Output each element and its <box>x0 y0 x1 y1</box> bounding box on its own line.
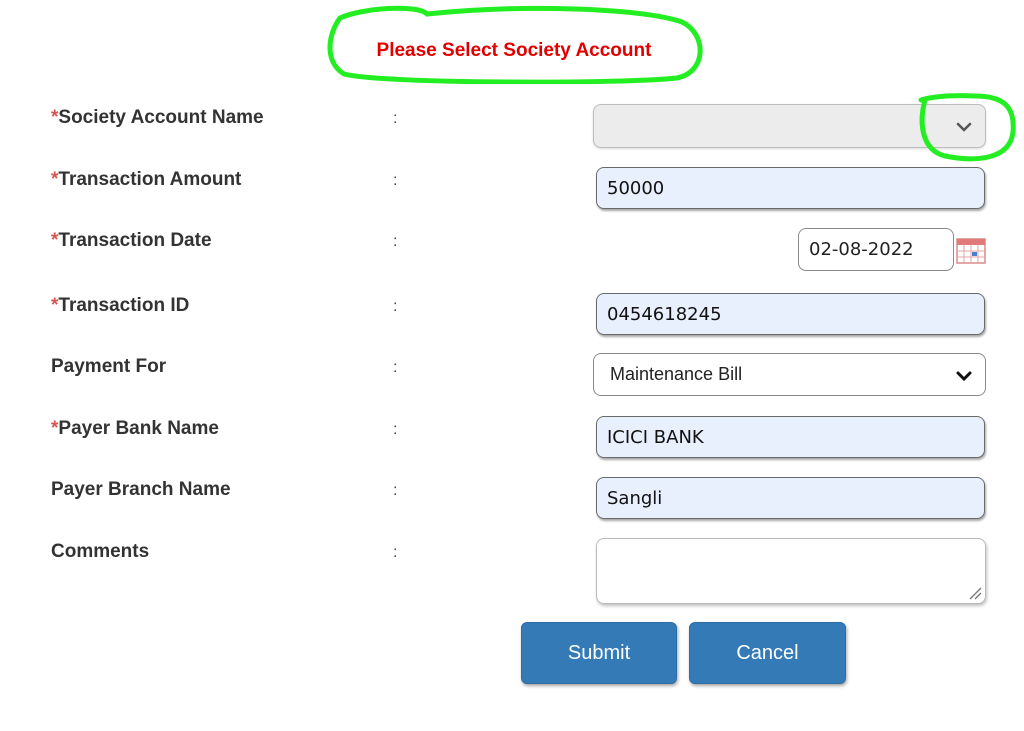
colon-separator: : <box>393 359 398 376</box>
colon-separator: : <box>393 172 398 189</box>
payment-for-select[interactable]: Maintenance Bill <box>593 353 986 396</box>
payer-branch-value: Sangli <box>607 487 663 509</box>
label-text: Comments <box>51 541 150 562</box>
label-text: Transaction ID <box>58 295 190 316</box>
colon-separator: : <box>393 233 398 250</box>
colon-separator: : <box>393 544 398 561</box>
label-text: Payment For <box>51 356 167 377</box>
payment-for-value: Maintenance Bill <box>610 364 743 384</box>
label-society-account-name: *Society Account Name <box>51 107 264 129</box>
transaction-date-input[interactable]: 02-08-2022 <box>798 228 954 271</box>
label-payer-bank-name: *Payer Bank Name <box>51 418 219 440</box>
label-text: Society Account Name <box>58 107 264 128</box>
transaction-id-input[interactable]: 0454618245 <box>596 293 985 335</box>
calendar-icon[interactable] <box>956 236 986 264</box>
transaction-date-value: 02-08-2022 <box>809 239 914 260</box>
label-text: Transaction Amount <box>58 169 242 190</box>
alert-highlight: Please Select Society Account <box>322 4 706 84</box>
label-text: Payer Bank Name <box>58 418 219 439</box>
label-payment-for: Payment For <box>51 356 166 378</box>
label-text: Payer Branch Name <box>51 479 231 500</box>
payer-bank-value: ICICI BANK <box>607 426 704 448</box>
label-comments: Comments <box>51 541 149 563</box>
transaction-amount-value: 50000 <box>607 177 665 199</box>
label-transaction-date: *Transaction Date <box>51 230 212 252</box>
payer-branch-input[interactable]: Sangli <box>596 477 985 519</box>
label-transaction-id: *Transaction ID <box>51 295 189 317</box>
colon-separator: : <box>393 110 398 127</box>
transaction-id-value: 0454618245 <box>607 303 722 325</box>
payment-form-page: Please Select Society Account *Society A… <box>0 0 1024 731</box>
comments-textarea[interactable] <box>596 538 986 604</box>
resize-handle-icon[interactable] <box>968 586 982 600</box>
submit-button[interactable]: Submit <box>521 622 677 684</box>
colon-separator: : <box>393 421 398 438</box>
alert-message: Please Select Society Account <box>376 40 652 61</box>
transaction-amount-input[interactable]: 50000 <box>596 167 985 209</box>
colon-separator: : <box>393 482 398 499</box>
dropdown-highlight-circle <box>918 93 1016 162</box>
label-transaction-amount: *Transaction Amount <box>51 169 241 191</box>
colon-separator: : <box>393 298 398 315</box>
label-text: Transaction Date <box>58 230 212 251</box>
chevron-down-icon <box>956 371 972 382</box>
payer-bank-input[interactable]: ICICI BANK <box>596 416 985 458</box>
cancel-button[interactable]: Cancel <box>689 622 846 684</box>
label-payer-branch-name: Payer Branch Name <box>51 479 231 501</box>
